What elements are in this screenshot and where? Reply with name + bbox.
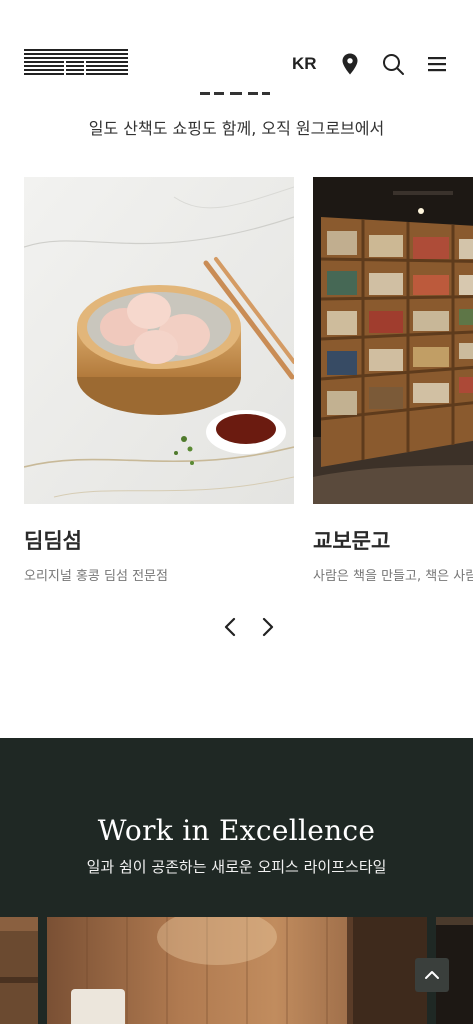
office-photo[interactable] (47, 917, 427, 1024)
section-title-cut (196, 89, 276, 101)
chevron-right-icon[interactable] (256, 613, 280, 641)
chevron-up-icon (425, 971, 439, 979)
hamburger-menu-icon[interactable] (425, 52, 449, 76)
bookstore-photo (313, 177, 473, 504)
chevron-left-icon[interactable] (218, 613, 242, 641)
dimsum-photo (24, 177, 294, 504)
section-subtitle: 일도 산책도 쇼핑도 함께, 오직 원그로브에서 (88, 119, 385, 138)
shop-carousel[interactable]: 딤딤섬 오리지널 홍콩 딤섬 전문점 교보문고 사람은 책을 만들고, 책은 사… (0, 177, 473, 587)
work-section-title: Work in Excellence (97, 814, 376, 847)
shop-card-title[interactable]: 교보문고 (313, 525, 473, 555)
search-icon[interactable] (381, 52, 405, 76)
office-photo-prev[interactable] (0, 917, 38, 1024)
language-toggle[interactable]: KR (292, 54, 317, 74)
shop-card-desc: 사람은 책을 만들고, 책은 사람 (313, 569, 473, 584)
work-section-subtitle: 일과 쉼이 공존하는 새로운 오피스 라이프스타일 (86, 858, 387, 876)
work-section: Work in Excellence 일과 쉼이 공존하는 새로운 오피스 라이… (0, 738, 473, 1024)
brand-logo[interactable] (24, 49, 128, 78)
back-to-top-button[interactable] (415, 958, 449, 992)
shop-card-title[interactable]: 딤딤섬 (24, 525, 294, 555)
shop-card-desc: 오리지널 홍콩 딤섬 전문점 (24, 569, 168, 584)
location-pin-icon[interactable] (338, 52, 362, 76)
shop-card[interactable]: 딤딤섬 오리지널 홍콩 딤섬 전문점 (24, 177, 294, 584)
shop-card[interactable]: 교보문고 사람은 책을 만들고, 책은 사람 (313, 177, 473, 584)
